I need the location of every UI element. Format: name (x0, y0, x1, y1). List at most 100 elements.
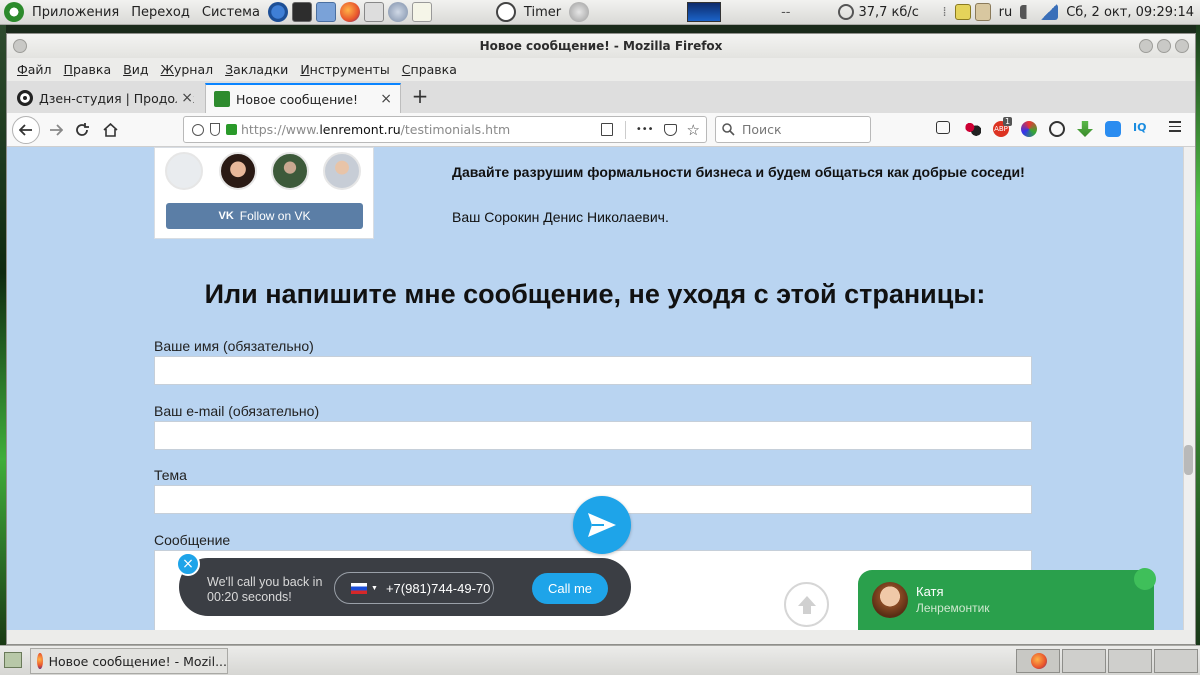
window-menu-button[interactable] (13, 39, 27, 53)
sidebar-icon[interactable] (936, 121, 950, 134)
keyboard-layout[interactable]: ru (993, 5, 1019, 20)
send-message-button[interactable] (573, 496, 631, 554)
notes-icon[interactable] (954, 4, 971, 20)
weather-icon[interactable] (569, 2, 590, 22)
star-extension-icon[interactable] (1021, 121, 1037, 137)
tab-close-icon[interactable]: × (177, 90, 193, 106)
extension-circles-icon[interactable] (965, 121, 981, 137)
panel-clock[interactable]: Сб, 2 окт, 09:29:14 (1060, 5, 1200, 20)
workspace-1[interactable] (1016, 649, 1060, 673)
window-titlebar[interactable]: Новое сообщение! - Mozilla Firefox (7, 34, 1195, 58)
member-avatar[interactable] (323, 152, 361, 190)
menu-history[interactable]: Журнал (154, 62, 219, 77)
panel-dots: ⁞ (942, 4, 947, 20)
menu-bookmarks[interactable]: Закладки (219, 62, 294, 77)
workspace-4[interactable] (1154, 649, 1198, 673)
text-editor-launcher-icon[interactable] (411, 2, 432, 22)
volume-icon[interactable] (1020, 5, 1037, 19)
bookmark-star-icon[interactable]: ☆ (687, 121, 700, 139)
russia-flag-icon[interactable] (351, 582, 367, 594)
browser-launcher-icon[interactable] (267, 2, 288, 22)
info-icon[interactable] (192, 123, 204, 136)
reload-button[interactable] (69, 118, 95, 142)
download-icon[interactable] (1077, 121, 1093, 137)
home-icon (102, 123, 118, 137)
minimize-button[interactable] (1139, 39, 1153, 53)
callback-phone-input[interactable]: ▼ +7(981)744-49-70 (334, 572, 494, 604)
network-icon[interactable] (838, 4, 855, 20)
adblock-badge: 1 (1003, 117, 1013, 126)
page-scrollbar-thumb[interactable] (1184, 445, 1193, 475)
callback-text: We'll call you back in 00:20 seconds! (207, 575, 323, 604)
forward-button[interactable] (43, 118, 69, 142)
intro-text: Давайте разрушим формальности бизнеса и … (452, 164, 1025, 180)
menu-help[interactable]: Справка (396, 62, 463, 77)
tab-close-icon[interactable]: × (380, 91, 392, 107)
firefox-taskbar-icon (37, 653, 43, 669)
workspace-3[interactable] (1108, 649, 1152, 673)
network-speed: 37,7 кб/с (858, 4, 919, 20)
email-label: Ваш e-mail (обязательно) (154, 403, 320, 419)
hamburger-menu-icon[interactable] (1169, 121, 1181, 132)
name-input[interactable] (154, 356, 1032, 385)
bottom-panel: Новое сообщение! - Mozil... (0, 645, 1200, 675)
lock-icon[interactable] (226, 124, 237, 135)
file-manager-launcher-icon[interactable] (315, 2, 336, 22)
page-actions-menu[interactable]: ••• (636, 124, 654, 135)
firefox-window: Новое сообщение! - Mozilla Firefox Файл … (6, 33, 1196, 645)
back-button[interactable] (12, 116, 40, 144)
email-input[interactable] (154, 421, 1032, 450)
forward-arrow-icon (50, 124, 63, 136)
url-text[interactable]: https://www.lenremont.ru/testimonials.ht… (241, 122, 510, 137)
timer-icon[interactable] (495, 2, 516, 22)
menu-edit[interactable]: Правка (58, 62, 118, 77)
panel-menu-places[interactable]: Переход (125, 5, 196, 20)
clipboard-icon[interactable] (974, 3, 991, 21)
terminal-launcher-icon[interactable] (291, 2, 312, 22)
subject-label: Тема (154, 467, 187, 483)
pocket-icon[interactable] (663, 123, 677, 136)
maximize-button[interactable] (1157, 39, 1171, 53)
workspace-2[interactable] (1062, 649, 1106, 673)
member-avatar[interactable] (271, 152, 309, 190)
video-extension-icon[interactable] (1105, 121, 1121, 137)
panel-menu-applications[interactable]: Приложения (26, 5, 125, 20)
globe-launcher-icon[interactable] (387, 2, 408, 22)
menu-tools[interactable]: Инструменты (294, 62, 395, 77)
message-label: Сообщение (154, 532, 231, 548)
show-desktop-icon[interactable] (4, 652, 22, 668)
new-tab-button[interactable]: + (407, 84, 433, 108)
close-window-button[interactable] (1175, 39, 1189, 53)
firefox-launcher-icon[interactable] (339, 2, 360, 22)
tab-new-message[interactable]: Новое сообщение! × (205, 83, 401, 113)
account-icon[interactable] (1049, 121, 1065, 137)
member-avatar[interactable] (219, 152, 257, 190)
chat-status-indicator (1134, 568, 1156, 590)
reader-view-icon[interactable] (600, 123, 613, 136)
window-title: Новое сообщение! - Mozilla Firefox (479, 39, 723, 53)
timer-label[interactable]: Timer (518, 5, 567, 20)
vk-widget: VK Follow on VK (154, 147, 374, 239)
tab-dzen-studio[interactable]: Дзен-студия | Продолж × (9, 83, 201, 113)
menu-view[interactable]: Вид (117, 62, 154, 77)
name-label: Ваше имя (обязательно) (154, 338, 314, 354)
home-button[interactable] (97, 118, 123, 142)
chat-widget[interactable]: Катя Ленремонтик (858, 568, 1156, 630)
menu-file[interactable]: Файл (11, 62, 58, 77)
vk-avatar-icon[interactable] (165, 152, 203, 190)
search-bar[interactable]: Поиск (715, 116, 871, 143)
tracking-shield-icon[interactable] (210, 123, 220, 136)
calculator-launcher-icon[interactable] (363, 2, 384, 22)
iq-extension-icon[interactable]: IQ (1133, 121, 1153, 137)
vk-follow-button[interactable]: VK Follow on VK (166, 203, 363, 229)
chevron-down-icon[interactable]: ▼ (371, 585, 378, 592)
system-logo-icon[interactable] (4, 2, 24, 22)
call-me-button[interactable]: Call me (532, 573, 608, 604)
callback-close-icon[interactable]: × (176, 552, 200, 576)
signal-icon[interactable] (1040, 4, 1059, 20)
taskbar-item-firefox[interactable]: Новое сообщение! - Mozil... (30, 648, 228, 674)
page-scrollbar[interactable] (1183, 147, 1195, 630)
panel-menu-system[interactable]: Система (196, 5, 266, 20)
url-bar[interactable]: https://www.lenremont.ru/testimonials.ht… (183, 116, 707, 143)
scroll-to-top-button[interactable] (784, 582, 829, 627)
